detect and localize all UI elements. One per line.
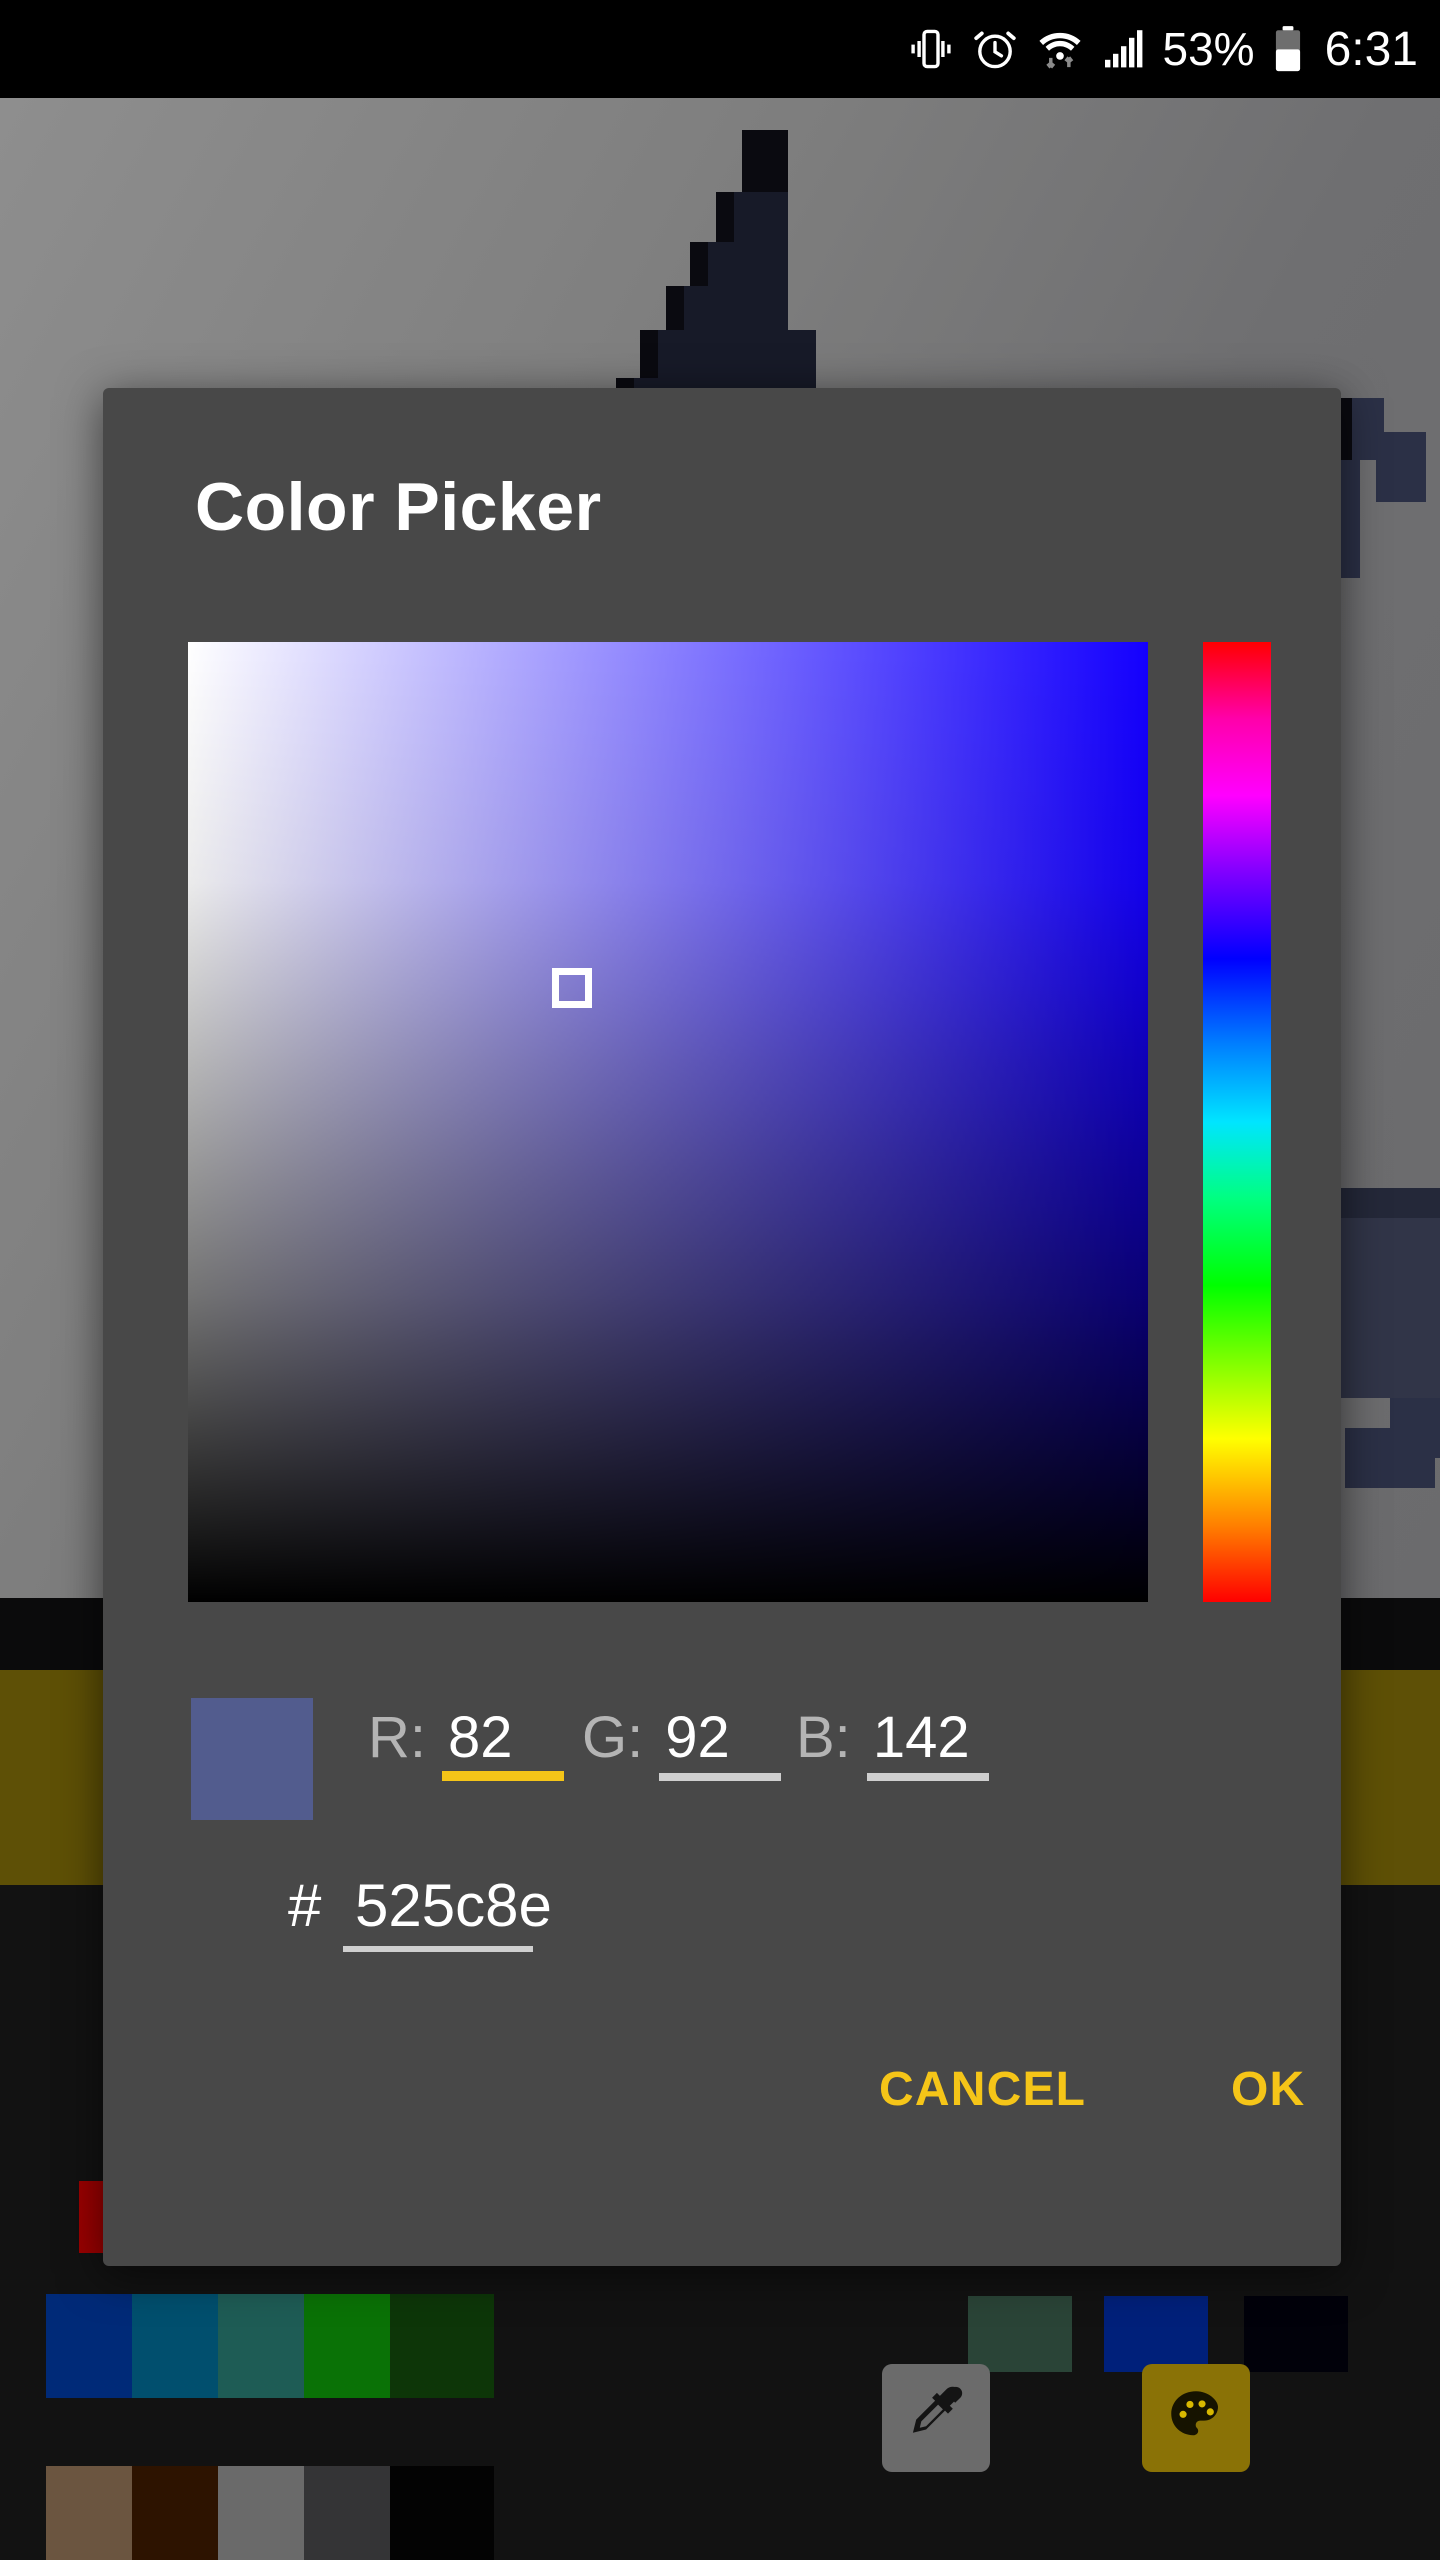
signal-icon [1101, 25, 1149, 73]
green-input-underline [659, 1773, 782, 1781]
hex-row: # 525c8e [103, 1853, 1341, 2013]
ok-button[interactable]: OK [1211, 2046, 1325, 2133]
green-channel-label: G: [582, 1705, 644, 1770]
palette-icon [1163, 2383, 1229, 2454]
eyedropper-tool-button[interactable] [882, 2364, 990, 2472]
blue-channel: B: 142 [796, 1704, 989, 1781]
swatch-dark-green[interactable] [390, 2294, 494, 2398]
palette-tool-button[interactable] [1142, 2364, 1250, 2472]
saturation-value-square[interactable] [188, 642, 1148, 1602]
palette-strip [0, 2250, 1440, 2560]
blue-value: 142 [872, 1705, 970, 1770]
alarm-icon [971, 25, 1019, 73]
sv-cursor-handle[interactable] [552, 967, 592, 1008]
hex-value: 525c8e [355, 1872, 552, 1939]
swatch-black[interactable] [390, 2466, 494, 2560]
sv-value-layer [188, 642, 1148, 1602]
eyedropper-icon [900, 2380, 972, 2457]
blue-input-underline [866, 1773, 989, 1781]
hex-hash-label: # [288, 1872, 322, 1939]
phone-screen: Color Picker R: 82 G: 92 B: 142 # 525c8e… [0, 0, 1440, 2560]
hex-input-underline [343, 1946, 533, 1952]
battery-icon [1271, 24, 1305, 74]
red-value: 82 [448, 1705, 513, 1770]
green-input[interactable]: 92 [659, 1704, 782, 1781]
hex-input[interactable]: 525c8e [343, 1871, 552, 1952]
red-channel: R: 82 [368, 1704, 564, 1781]
color-picker-dialog: Color Picker R: 82 G: 92 B: 142 # 525c8e… [103, 388, 1341, 2266]
canvas-red-mark [79, 2181, 105, 2253]
red-channel-label: R: [368, 1705, 426, 1770]
dialog-action-buttons: CANCEL OK [103, 2046, 1341, 2176]
swatch-navy[interactable] [1104, 2296, 1208, 2372]
cancel-button[interactable]: CANCEL [859, 2046, 1106, 2133]
blue-input[interactable]: 142 [866, 1704, 989, 1781]
vibrate-icon [907, 25, 955, 73]
red-input-underline [442, 1771, 564, 1781]
selected-color-preview [191, 1698, 313, 1820]
clock-label: 6:31 [1324, 22, 1418, 76]
swatch-muted-green[interactable] [968, 2296, 1072, 2372]
green-channel: G: 92 [582, 1704, 782, 1781]
status-bar: 53% 6:31 [0, 0, 1440, 98]
wifi-icon [1035, 25, 1085, 73]
swatch-near-black[interactable] [1244, 2296, 1348, 2372]
blue-channel-label: B: [796, 1705, 851, 1770]
rgb-values-row: R: 82 G: 92 B: 142 [103, 1678, 1341, 1848]
dialog-title: Color Picker [195, 469, 602, 545]
green-value: 92 [665, 1705, 730, 1770]
battery-percent-label: 53% [1162, 23, 1255, 75]
hue-slider[interactable] [1203, 642, 1271, 1602]
red-input[interactable]: 82 [442, 1704, 564, 1781]
